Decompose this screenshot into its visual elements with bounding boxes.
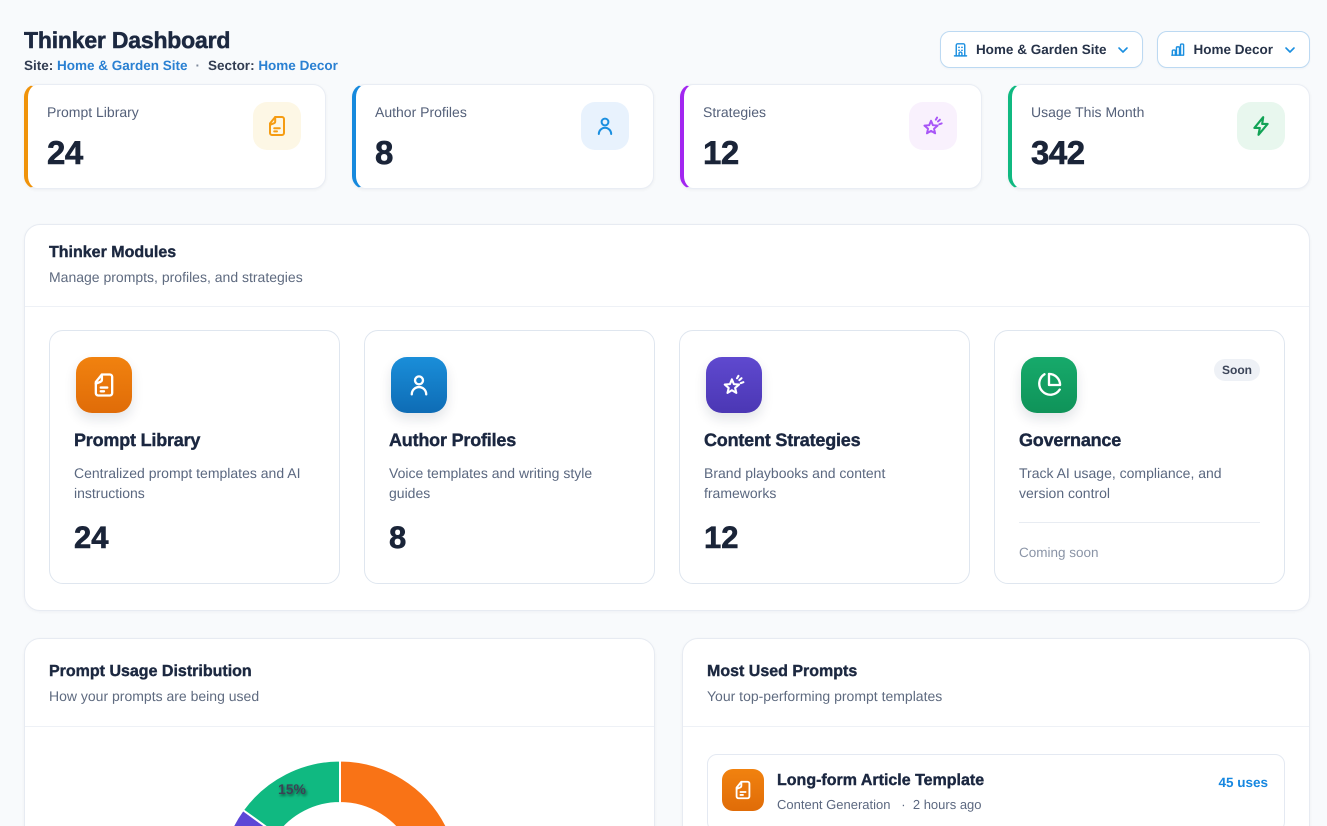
svg-text:15%: 15%	[278, 781, 307, 797]
